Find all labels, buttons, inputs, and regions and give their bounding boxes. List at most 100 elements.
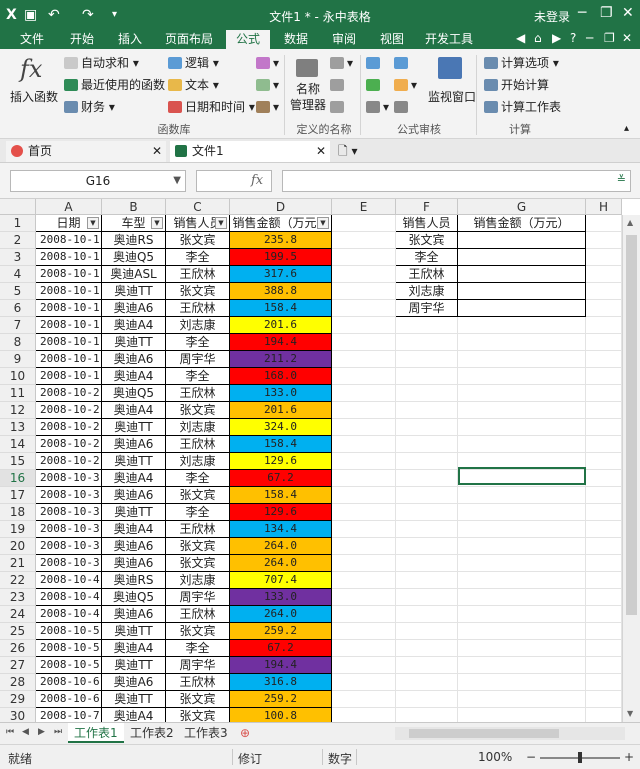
cell-amount[interactable]: 324.0 bbox=[230, 419, 332, 436]
select-all-corner[interactable] bbox=[0, 199, 36, 215]
cell-car[interactable]: 奥迪A6 bbox=[102, 555, 166, 572]
formula-input[interactable]: ≚ bbox=[282, 170, 631, 192]
tab-file[interactable]: 文件 bbox=[8, 30, 56, 49]
cell-car[interactable]: 奥迪A6 bbox=[102, 606, 166, 623]
tab-page-layout[interactable]: 页面布局 bbox=[156, 30, 222, 49]
cell-date[interactable]: 2008-10-3 bbox=[36, 555, 102, 572]
cell-car[interactable]: 奥迪A4 bbox=[102, 708, 166, 722]
cell-g[interactable] bbox=[458, 691, 586, 708]
vertical-scrollbar[interactable]: ▲ ▼ bbox=[622, 215, 640, 722]
row-header-22[interactable]: 22 bbox=[0, 572, 36, 589]
cell-h1[interactable] bbox=[586, 215, 622, 232]
cell-h[interactable] bbox=[586, 351, 622, 368]
row-header-7[interactable]: 7 bbox=[0, 317, 36, 334]
cell-person[interactable]: 李全 bbox=[166, 249, 230, 266]
cell-f[interactable] bbox=[396, 623, 458, 640]
summary-header-person[interactable]: 销售人员 bbox=[396, 215, 458, 232]
cell-e[interactable] bbox=[332, 402, 396, 419]
cell-h[interactable] bbox=[586, 691, 622, 708]
cell-car[interactable]: 奥迪TT bbox=[102, 657, 166, 674]
cell-amount[interactable]: 264.0 bbox=[230, 606, 332, 623]
cell-h[interactable] bbox=[586, 232, 622, 249]
cell-person[interactable]: 王欣林 bbox=[166, 436, 230, 453]
cell-car[interactable]: 奥迪A4 bbox=[102, 640, 166, 657]
cell-g[interactable] bbox=[458, 368, 586, 385]
cell-date[interactable]: 2008-10-2 bbox=[36, 385, 102, 402]
cell-car[interactable]: 奥迪A6 bbox=[102, 674, 166, 691]
row-header-6[interactable]: 6 bbox=[0, 300, 36, 317]
calc-options-button[interactable]: 计算选项 ▾ bbox=[484, 55, 559, 71]
tab-formulas[interactable]: 公式 bbox=[226, 30, 270, 49]
cell-person[interactable]: 张文宾 bbox=[166, 487, 230, 504]
cell-h[interactable] bbox=[586, 623, 622, 640]
cell-e[interactable] bbox=[332, 283, 396, 300]
cell-car[interactable]: 奥迪TT bbox=[102, 334, 166, 351]
cell-person[interactable]: 张文宾 bbox=[166, 555, 230, 572]
row-header-19[interactable]: 19 bbox=[0, 521, 36, 538]
close-icon[interactable]: ✕ bbox=[622, 5, 634, 21]
cell-e[interactable] bbox=[332, 606, 396, 623]
cell-amount[interactable]: 316.8 bbox=[230, 674, 332, 691]
cell-e[interactable] bbox=[332, 487, 396, 504]
summary-person[interactable]: 王欣林 bbox=[396, 266, 458, 283]
cell-amount[interactable]: 264.0 bbox=[230, 555, 332, 572]
cell-car[interactable]: 奥迪A4 bbox=[102, 402, 166, 419]
cell-e[interactable] bbox=[332, 266, 396, 283]
cell-f[interactable] bbox=[396, 402, 458, 419]
cell-f[interactable] bbox=[396, 538, 458, 555]
row-header-3[interactable]: 3 bbox=[0, 249, 36, 266]
cell-f[interactable] bbox=[396, 368, 458, 385]
cell-person[interactable]: 刘志康 bbox=[166, 453, 230, 470]
summary-person[interactable]: 李全 bbox=[396, 249, 458, 266]
cell-amount[interactable]: 259.2 bbox=[230, 623, 332, 640]
row-header-24[interactable]: 24 bbox=[0, 606, 36, 623]
cell-f[interactable] bbox=[396, 436, 458, 453]
column-header-b[interactable]: B bbox=[102, 199, 166, 215]
cell-g[interactable] bbox=[458, 436, 586, 453]
cell-person[interactable]: 刘志康 bbox=[166, 572, 230, 589]
cell-e[interactable] bbox=[332, 470, 396, 487]
cell-g[interactable] bbox=[458, 708, 586, 722]
cell-e[interactable] bbox=[332, 589, 396, 606]
cell-date[interactable]: 2008-10-4 bbox=[36, 606, 102, 623]
cell-e[interactable] bbox=[332, 521, 396, 538]
cell-person[interactable]: 周宇华 bbox=[166, 657, 230, 674]
doc-tab-home[interactable]: 首页 ✕ bbox=[6, 141, 166, 162]
cell-e[interactable] bbox=[332, 538, 396, 555]
first-sheet-icon[interactable]: ⏮ bbox=[6, 727, 14, 737]
cell-date[interactable]: 2008-10-2 bbox=[36, 453, 102, 470]
cell-date[interactable]: 2008-10-3 bbox=[36, 470, 102, 487]
selected-cell-g16[interactable] bbox=[458, 467, 586, 485]
create-from-selection-button[interactable] bbox=[330, 99, 347, 115]
cell-amount[interactable]: 317.6 bbox=[230, 266, 332, 283]
cell-car[interactable]: 奥迪TT bbox=[102, 453, 166, 470]
cell-date[interactable]: 2008-10-1 bbox=[36, 351, 102, 368]
close-tab-icon[interactable]: ✕ bbox=[152, 141, 162, 162]
row-header-28[interactable]: 28 bbox=[0, 674, 36, 691]
cell-person[interactable]: 李全 bbox=[166, 470, 230, 487]
cell-amount[interactable]: 129.6 bbox=[230, 453, 332, 470]
cell-date[interactable]: 2008-10-5 bbox=[36, 657, 102, 674]
cell-e[interactable] bbox=[332, 657, 396, 674]
column-header-f[interactable]: F bbox=[396, 199, 458, 215]
cell-car[interactable]: 奥迪TT bbox=[102, 283, 166, 300]
cell-h[interactable] bbox=[586, 317, 622, 334]
recent-functions-button[interactable]: 最近使用的函数 ▾ bbox=[64, 77, 175, 93]
summary-person[interactable]: 刘志康 bbox=[396, 283, 458, 300]
cell-person[interactable]: 张文宾 bbox=[166, 283, 230, 300]
cell-date[interactable]: 2008-10-7 bbox=[36, 708, 102, 722]
lookup-button[interactable]: ▾ bbox=[256, 77, 279, 93]
cell-g[interactable] bbox=[458, 657, 586, 674]
forward-icon[interactable]: ▶ bbox=[552, 31, 561, 45]
cell-amount[interactable]: 133.0 bbox=[230, 385, 332, 402]
summary-person[interactable]: 张文宾 bbox=[396, 232, 458, 249]
remove-arrows-button[interactable]: ▾ bbox=[366, 99, 389, 115]
cell-amount[interactable]: 707.4 bbox=[230, 572, 332, 589]
cell-car[interactable]: 奥迪Q5 bbox=[102, 249, 166, 266]
tab-developer[interactable]: 开发工具 bbox=[418, 30, 480, 49]
cell-car[interactable]: 奥迪A4 bbox=[102, 470, 166, 487]
cell-date[interactable]: 2008-10-3 bbox=[36, 538, 102, 555]
cell-h[interactable] bbox=[586, 708, 622, 722]
cell-h[interactable] bbox=[586, 555, 622, 572]
cell-g[interactable] bbox=[458, 487, 586, 504]
